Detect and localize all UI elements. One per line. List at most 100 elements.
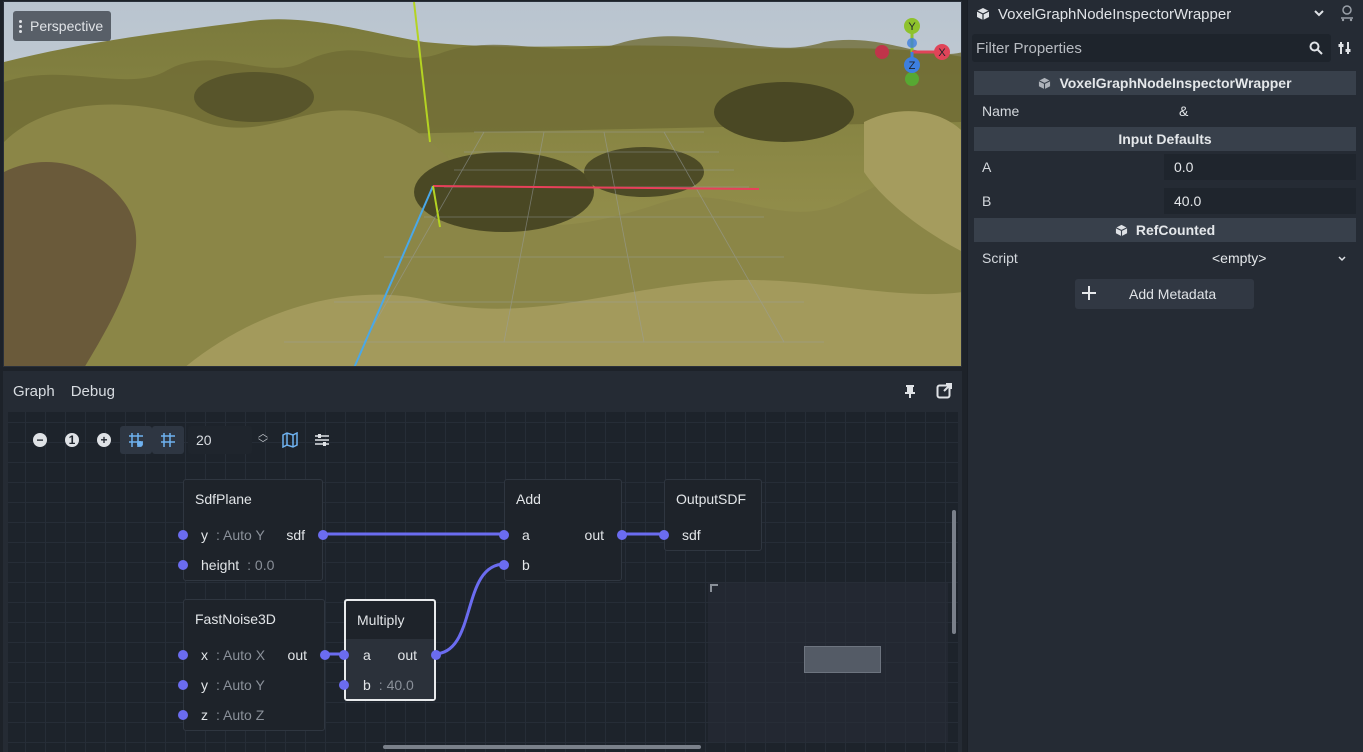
- slot-hint: : Auto Z: [216, 707, 265, 723]
- a-value-field[interactable]: 0.0: [1164, 154, 1356, 180]
- slot-label: y: [201, 527, 208, 543]
- chevron-down-icon[interactable]: ﹀: [258, 440, 268, 450]
- input-port[interactable]: [178, 680, 188, 690]
- section-wrapper[interactable]: VoxelGraphNodeInspectorWrapper: [974, 71, 1356, 95]
- input-port[interactable]: [178, 560, 188, 570]
- property-name: Name &: [974, 96, 1356, 126]
- arrange-nodes-button[interactable]: [306, 426, 338, 454]
- property-a: A 0.0: [974, 152, 1356, 182]
- graph-dock: Graph Debug − 1 + 20 ︿ ﹀ SdfPlane y: Au…: [3, 371, 962, 752]
- node-sdfplane[interactable]: SdfPlane y: Auto Y sdf height: 0.0: [178, 479, 328, 581]
- object-history-icon[interactable]: [1338, 4, 1356, 22]
- output-port[interactable]: [617, 530, 627, 540]
- horizontal-scrollbar[interactable]: [383, 745, 701, 749]
- object-selector[interactable]: VoxelGraphNodeInspectorWrapper: [968, 0, 1363, 28]
- slot-out: out: [397, 647, 417, 663]
- zoom-reset-button[interactable]: 1: [56, 426, 88, 454]
- toggle-grid-button[interactable]: [120, 426, 152, 454]
- slot-a: a: [363, 647, 371, 663]
- slot-label: z: [201, 707, 208, 723]
- gizmo-x-label: X: [938, 47, 946, 59]
- cube-icon: [1039, 77, 1051, 89]
- slot-y: y : Auto Y: [201, 525, 265, 545]
- pin-icon[interactable]: [902, 383, 918, 399]
- property-label: Script: [982, 250, 1018, 266]
- zoom-in-icon: +: [97, 433, 111, 447]
- graph-minimap[interactable]: [708, 582, 948, 742]
- gizmo-neg-z-axis[interactable]: [907, 38, 917, 48]
- node-title: SdfPlane: [195, 491, 252, 507]
- minimap-viewport-rect[interactable]: [804, 646, 881, 673]
- input-port[interactable]: [659, 530, 669, 540]
- property-label: B: [982, 193, 992, 209]
- perspective-label: Perspective: [30, 18, 104, 34]
- wire-multiply-add: [433, 562, 506, 656]
- property-tools-button[interactable]: [1331, 34, 1359, 62]
- vertical-scrollbar[interactable]: [951, 416, 957, 748]
- slot-hint: : Auto Y: [216, 527, 265, 543]
- perspective-menu-button[interactable]: Perspective: [13, 11, 112, 41]
- snap-grid-icon: [161, 433, 175, 447]
- object-name: VoxelGraphNodeInspectorWrapper: [998, 5, 1232, 23]
- orientation-gizmo[interactable]: Y X Z: [864, 12, 960, 92]
- input-port[interactable]: [339, 680, 349, 690]
- 3d-viewport[interactable]: Perspective Y X Z: [3, 1, 962, 367]
- slot-label: b: [363, 677, 371, 693]
- input-port[interactable]: [178, 650, 188, 660]
- add-metadata-label: Add Metadata: [1129, 286, 1217, 302]
- input-port[interactable]: [178, 710, 188, 720]
- section-input-defaults[interactable]: Input Defaults: [974, 127, 1356, 151]
- output-port[interactable]: [318, 530, 328, 540]
- slot-label: height: [201, 557, 240, 573]
- gizmo-neg-x-axis[interactable]: [875, 45, 889, 59]
- inspector-panel: VoxelGraphNodeInspectorWrapper Filter Pr…: [967, 0, 1363, 752]
- zoom-out-button[interactable]: −: [24, 426, 56, 454]
- filter-row: Filter Properties: [972, 34, 1362, 62]
- b-value-field[interactable]: 40.0: [1164, 188, 1356, 214]
- output-port[interactable]: [431, 650, 441, 660]
- cube-icon: [976, 8, 990, 20]
- property-label: A: [982, 159, 992, 175]
- plus-icon: [1082, 286, 1096, 300]
- node-title: Add: [516, 491, 541, 507]
- slot-x: x: Auto X: [201, 645, 265, 665]
- minimap-resize-handle[interactable]: [710, 584, 718, 592]
- chevron-down-icon[interactable]: [1336, 253, 1348, 265]
- tab-graph[interactable]: Graph: [13, 383, 55, 400]
- input-port[interactable]: [499, 530, 509, 540]
- node-outputsdf[interactable]: OutputSDF sdf: [659, 479, 762, 551]
- filter-properties-input[interactable]: Filter Properties: [972, 34, 1331, 62]
- input-port[interactable]: [339, 650, 349, 660]
- slot-y: y: Auto Y: [201, 675, 265, 695]
- scrollbar-thumb[interactable]: [952, 510, 956, 634]
- make-floating-icon[interactable]: [936, 383, 952, 399]
- snap-grid-button[interactable]: [152, 426, 184, 454]
- output-port[interactable]: [320, 650, 330, 660]
- slot-hint: : Auto X: [216, 647, 266, 663]
- tab-debug[interactable]: Debug: [71, 383, 115, 400]
- kebab-menu-icon: [19, 19, 22, 33]
- name-field[interactable]: &: [1179, 98, 1363, 124]
- zoom-reset-icon: 1: [65, 433, 79, 447]
- add-metadata-button[interactable]: Add Metadata: [1075, 279, 1254, 309]
- node-fastnoise3d[interactable]: FastNoise3D x: Auto X out y: Auto Y z: A…: [178, 599, 330, 731]
- node-add[interactable]: Add a out b: [499, 479, 627, 581]
- section-title: RefCounted: [1135, 222, 1216, 238]
- node-multiply[interactable]: Multiply a out b: 40.0: [339, 599, 441, 701]
- input-port[interactable]: [499, 560, 509, 570]
- zoom-in-button[interactable]: +: [88, 426, 120, 454]
- filter-placeholder: Filter Properties: [976, 39, 1082, 57]
- toggle-minimap-button[interactable]: [274, 426, 306, 454]
- snap-distance-spinner[interactable]: ︿ ﹀: [252, 426, 274, 454]
- grid-toggle-icon: [129, 433, 143, 447]
- gizmo-neg-y-axis[interactable]: [905, 72, 919, 86]
- chevron-down-icon[interactable]: [1312, 6, 1326, 20]
- snap-distance-input[interactable]: 20: [188, 426, 252, 454]
- property-script: Script <empty>: [974, 243, 1356, 273]
- input-port[interactable]: [178, 530, 188, 540]
- section-title: Input Defaults: [1118, 131, 1212, 147]
- gizmo-z-label: Z: [909, 60, 916, 72]
- section-refcounted[interactable]: RefCounted: [974, 218, 1356, 242]
- slot-b: b: [522, 557, 530, 573]
- voxel-graph-editor[interactable]: − 1 + 20 ︿ ﹀ SdfPlane y: Auto Y sdf hei…: [8, 412, 958, 752]
